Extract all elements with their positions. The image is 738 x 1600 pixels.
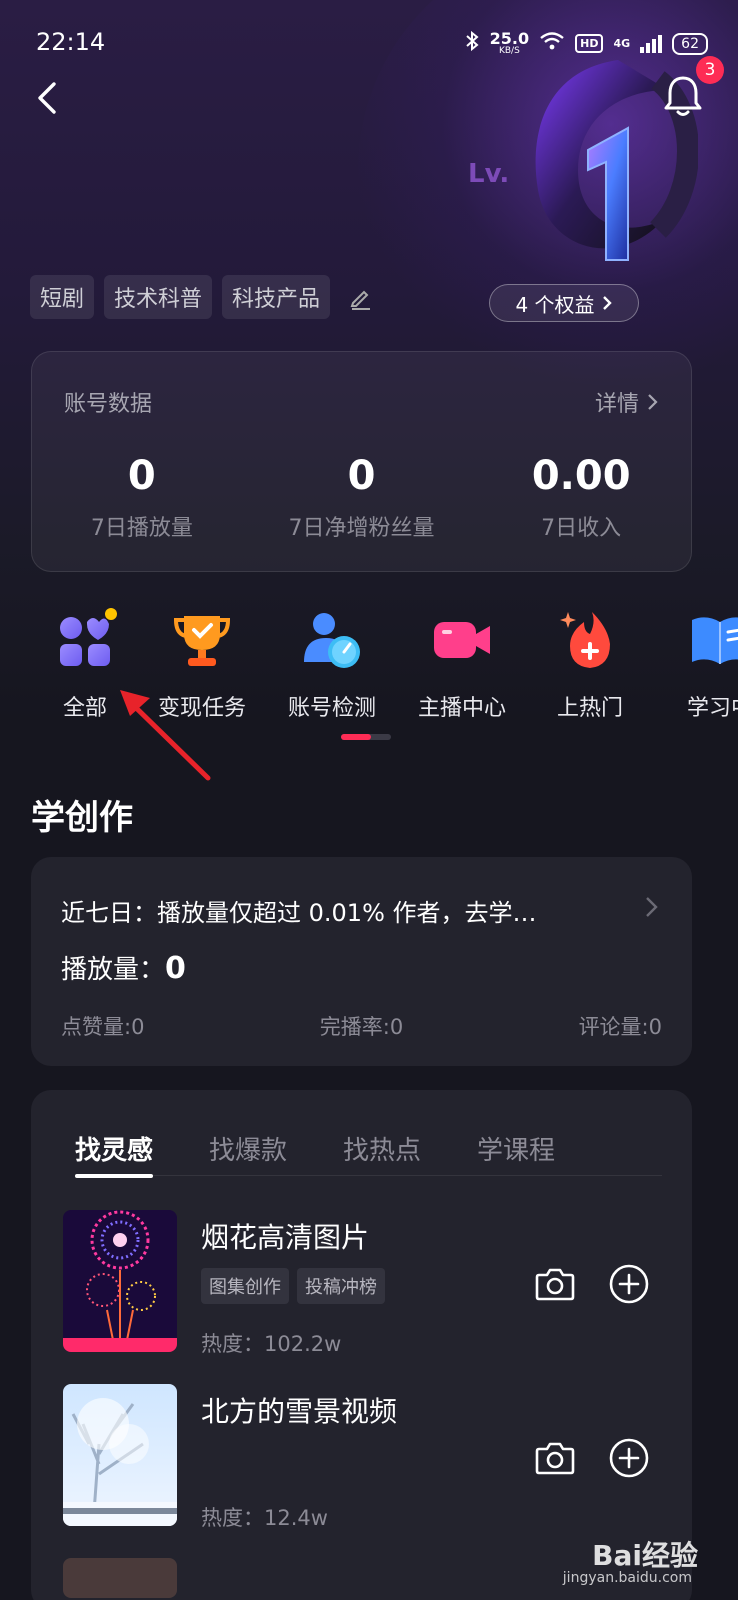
stat-label: 7日播放量: [32, 510, 252, 542]
list-item[interactable]: 北方的雪景视频 热度：12.4w: [61, 1384, 667, 1529]
section-title: 学创作: [31, 790, 133, 839]
status-time: 22:14: [36, 28, 105, 56]
item-title: 北方的雪景视频: [201, 1390, 397, 1430]
baidu-watermark: Bai经验 jingyan.baidu.com: [592, 1534, 698, 1574]
level-prefix: Lv.: [468, 159, 509, 189]
fireworks-thumbnail: [63, 1210, 177, 1352]
likes-stat: 点赞量:0: [61, 1011, 144, 1041]
account-data-card: 账号数据 详情 0 7日播放量 0 7日净增粉丝量 0.00 7日收入: [31, 351, 692, 572]
red-arrow-annotation: [110, 680, 220, 790]
stat-value: 0: [32, 452, 252, 500]
account-stats: 0 7日播放量 0 7日净增粉丝量 0.00 7日收入: [32, 452, 691, 542]
entry-learning[interactable]: 学习中: [655, 600, 738, 722]
inspiration-card: 找灵感 找爆款 找热点 学课程 烟花高清图片 图集创作: [31, 1090, 692, 1600]
rights-button[interactable]: 4 个权益: [489, 284, 639, 322]
tab-hot-topics[interactable]: 找热点: [343, 1130, 421, 1176]
inspiration-tabs: 找灵感 找爆款 找热点 学课程: [75, 1130, 662, 1176]
list-item[interactable]: 烟花高清图片 图集创作 投稿冲榜 热度：102.2w: [61, 1210, 667, 1355]
play-value: 0: [165, 951, 186, 986]
account-data-title: 账号数据: [64, 386, 152, 418]
entry-trending[interactable]: 上热门: [525, 600, 655, 722]
watermark-site: jingyan.baidu.com: [563, 1570, 692, 1586]
entry-label: 账号检测: [267, 690, 397, 722]
profile-tag[interactable]: 技术科普: [104, 275, 212, 319]
camera-icon[interactable]: [533, 1436, 577, 1480]
stat-income[interactable]: 0.00 7日收入: [471, 452, 691, 542]
watermark-brand: Bai经验: [592, 1534, 698, 1574]
chevron-right-icon: [601, 294, 613, 312]
stat-value: 0.00: [471, 452, 691, 500]
tab-courses[interactable]: 学课程: [477, 1130, 555, 1176]
completion-stat: 完播率:0: [320, 1011, 403, 1041]
tab-hits[interactable]: 找爆款: [209, 1130, 287, 1176]
video-camera-icon: [430, 608, 494, 672]
account-check-icon: [300, 608, 364, 672]
profile-tag[interactable]: 科技产品: [222, 275, 330, 319]
profile-tag[interactable]: 短剧: [30, 275, 94, 319]
profile-tags: 短剧 技术科普 科技产品: [30, 275, 374, 319]
trophy-icon: [170, 608, 234, 672]
entry-account-check[interactable]: 账号检测: [267, 600, 397, 722]
chevron-right-icon: [642, 895, 662, 919]
learning-summary-card[interactable]: 近七日：播放量仅超过 0.01% 作者，去学… 播放量：0 点赞量:0 完播率:…: [31, 857, 692, 1066]
account-detail-link[interactable]: 详情: [595, 386, 659, 418]
network-type: 4G: [613, 37, 630, 50]
back-button[interactable]: [30, 78, 70, 118]
book-icon: [688, 608, 738, 672]
add-circle-icon[interactable]: [607, 1436, 651, 1480]
chevron-right-icon: [647, 392, 659, 412]
tab-inspiration[interactable]: 找灵感: [75, 1130, 153, 1176]
item-tag: 图集创作: [201, 1268, 289, 1304]
entry-streamer-center[interactable]: 主播中心: [397, 600, 527, 722]
engagement-stats: 点赞量:0 完播率:0 评论量:0: [61, 1011, 662, 1041]
entry-label: 上热门: [525, 690, 655, 722]
summary-text: 近七日：播放量仅超过 0.01% 作者，去学…: [61, 893, 537, 928]
stat-value: 0: [252, 452, 472, 500]
snow-thumbnail: [63, 1384, 177, 1526]
creator-center-screen: 22:14 25.0 KB/S HD 4G 62: [0, 0, 738, 1600]
stat-followers[interactable]: 0 7日净增粉丝量: [252, 452, 472, 542]
stat-plays[interactable]: 0 7日播放量: [32, 452, 252, 542]
item-heat: 热度：12.4w: [201, 1502, 328, 1532]
item-heat: 热度：102.2w: [201, 1328, 341, 1358]
camera-icon[interactable]: [533, 1262, 577, 1306]
rights-label: 4 个权益: [515, 289, 594, 318]
play-label: 播放量：: [61, 955, 165, 985]
notification-badge: 3: [696, 56, 724, 84]
entry-label: 学习中: [655, 690, 738, 722]
add-circle-icon[interactable]: [607, 1262, 651, 1306]
item-tag: 投稿冲榜: [297, 1268, 385, 1304]
play-count: 播放量：0: [61, 949, 186, 986]
flame-icon: [558, 608, 622, 672]
page-indicator: [341, 734, 391, 740]
stat-label: 7日收入: [471, 510, 691, 542]
comments-stat: 评论量:0: [579, 1011, 662, 1041]
chevron-left-icon: [30, 78, 70, 118]
partial-thumbnail: [63, 1558, 177, 1598]
edit-icon[interactable]: [348, 284, 374, 310]
grid-apps-icon: [53, 608, 117, 672]
detail-label: 详情: [595, 386, 639, 418]
item-title: 烟花高清图片: [201, 1216, 369, 1256]
stat-label: 7日净增粉丝量: [252, 510, 472, 542]
entry-label: 主播中心: [397, 690, 527, 722]
item-tags: 图集创作 投稿冲榜: [201, 1268, 385, 1304]
